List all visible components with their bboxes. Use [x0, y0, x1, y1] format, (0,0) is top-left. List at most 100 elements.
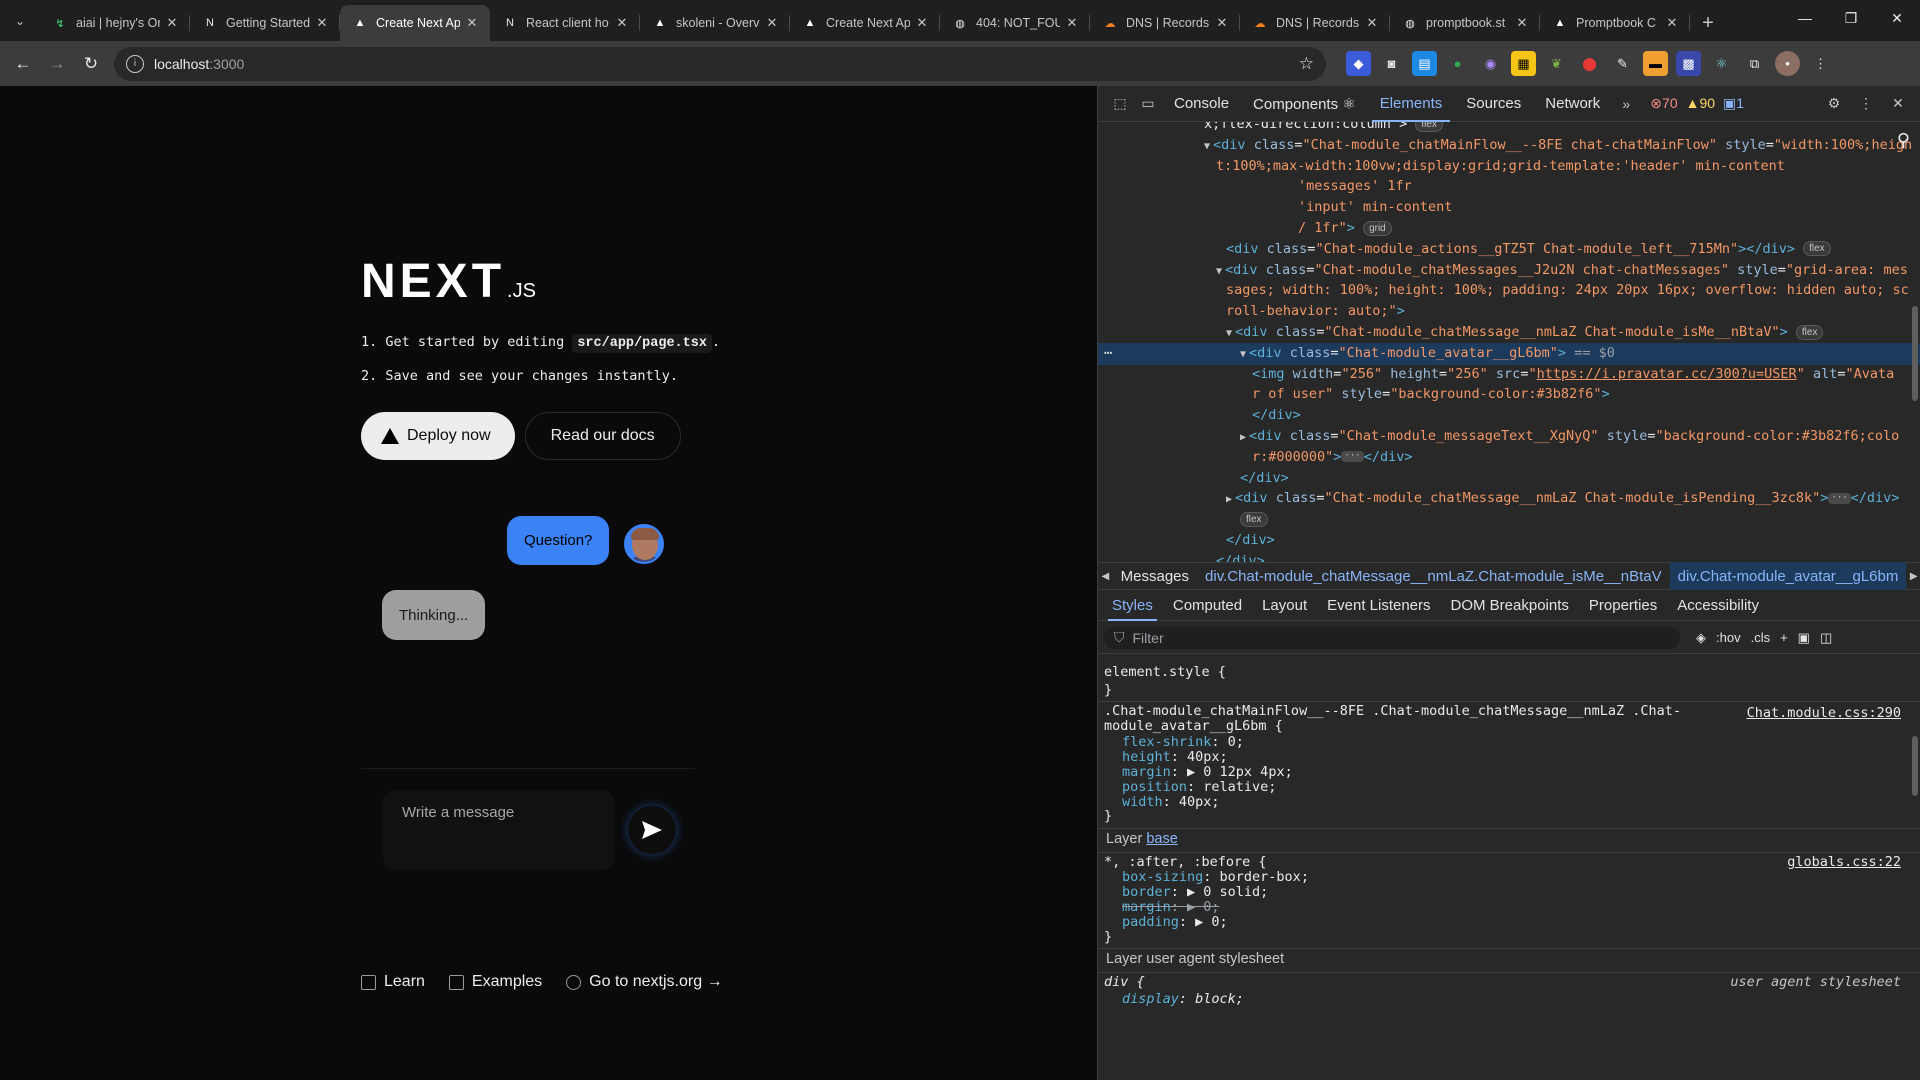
forward-button[interactable]: →	[40, 47, 74, 81]
styles-subtab[interactable]: Styles	[1102, 591, 1163, 621]
dom-node-line[interactable]: r of user" style="background-color:#3b82…	[1252, 384, 1610, 405]
styles-scrollbar[interactable]	[1912, 736, 1918, 796]
tab-search-chevron-icon[interactable]: ⌄	[0, 0, 40, 41]
styles-filter-input[interactable]: ⛉ Filter	[1104, 626, 1680, 649]
new-tab-button[interactable]: +	[1690, 5, 1726, 41]
styles-subtab[interactable]: Properties	[1579, 591, 1667, 621]
message-input[interactable]: Write a message	[383, 790, 615, 870]
keep-extension-icon[interactable]: ▦	[1511, 51, 1536, 76]
browser-tab[interactable]: ▲ skoleni - Overv ✕	[640, 5, 790, 41]
layers-icon[interactable]: ◈	[1696, 630, 1706, 646]
dom-node-line[interactable]: ▼ <div class="Chat-module_chatMessages__J…	[1216, 260, 1908, 283]
styles-subtab[interactable]: DOM Breakpoints	[1441, 591, 1579, 621]
avatar-rule-source-link[interactable]: Chat.module.css:290	[1747, 706, 1901, 721]
close-tab-icon[interactable]: ✕	[1064, 15, 1080, 31]
css-property[interactable]: border: ▶ 0 solid;	[1122, 885, 1268, 900]
paint-brush-icon[interactable]: ▣	[1798, 630, 1810, 646]
close-tab-icon[interactable]: ✕	[1214, 15, 1230, 31]
google-extension-icon[interactable]: ▤	[1412, 51, 1437, 76]
device-toolbar-icon[interactable]: ▭	[1134, 90, 1162, 118]
restore-icon[interactable]: ❐	[1828, 0, 1874, 36]
site-info-icon[interactable]: i	[126, 54, 144, 73]
inspect-element-icon[interactable]: ⬚	[1106, 90, 1134, 118]
settings-gear-icon[interactable]: ⚙	[1820, 90, 1848, 118]
close-tab-icon[interactable]: ✕	[314, 15, 330, 31]
browser-tab[interactable]: ▲ Promptbook C ✕	[1540, 5, 1690, 41]
new-rule-plus-icon[interactable]: +	[1780, 630, 1788, 645]
styles-subtab[interactable]: Event Listeners	[1317, 591, 1440, 621]
nextjs-org-link[interactable]: Go to nextjs.org →	[566, 973, 723, 991]
dom-node-line[interactable]: ▼ <div class="Chat-module_chatMessage__nm…	[1226, 322, 1824, 345]
dom-node-line[interactable]: 'input' min-content	[1298, 197, 1452, 218]
devtools-tab[interactable]: Network	[1533, 86, 1612, 122]
eyedropper-extension-icon[interactable]: ✎	[1610, 51, 1635, 76]
dom-node-line[interactable]: </div>	[1226, 530, 1275, 551]
dom-node-line[interactable]: </div>	[1252, 405, 1301, 426]
read-docs-button[interactable]: Read our docs	[524, 412, 681, 460]
dom-node-line[interactable]: 'messages' 1fr	[1298, 176, 1412, 197]
learn-link[interactable]: Learn	[361, 973, 425, 991]
close-tab-icon[interactable]: ✕	[1364, 15, 1380, 31]
issue-counters[interactable]: ⊗70 ▲90 ▣1	[1650, 95, 1744, 112]
profile-avatar-icon[interactable]: •	[1775, 51, 1800, 76]
breadcrumb-scroll-left-icon[interactable]: ◀	[1098, 571, 1113, 582]
back-button[interactable]: ←	[6, 47, 40, 81]
css-property[interactable]: padding: ▶ 0;	[1122, 915, 1228, 930]
close-tab-icon[interactable]: ✕	[764, 15, 780, 31]
address-bar[interactable]: i localhost:3000 ☆	[114, 46, 1326, 81]
cls-toggle[interactable]: .cls	[1751, 630, 1771, 645]
breadcrumb-item[interactable]: Messages	[1113, 562, 1197, 590]
extensions-puzzle-icon[interactable]: ⧉	[1742, 51, 1767, 76]
hov-toggle[interactable]: :hov	[1716, 630, 1741, 645]
close-window-icon[interactable]: ✕	[1874, 0, 1920, 36]
dom-node-line[interactable]: ▼ <div class="Chat-module_chatMainFlow__-…	[1204, 135, 1912, 158]
more-tabs-icon[interactable]: »	[1612, 90, 1640, 118]
breadcrumb-item[interactable]: div.Chat-module_avatar__gL6bm	[1669, 562, 1907, 590]
dom-node-line[interactable]: <img width="256" height="256" src="https…	[1252, 364, 1894, 385]
devtools-tab[interactable]: Sources	[1454, 86, 1533, 122]
close-tab-icon[interactable]: ✕	[1514, 15, 1530, 31]
element-style-selector[interactable]: element.style {	[1104, 665, 1226, 680]
browser-menu-icon[interactable]: ⋮	[1808, 51, 1833, 76]
devtools-menu-icon[interactable]: ⋮	[1852, 90, 1880, 118]
close-tab-icon[interactable]: ✕	[914, 15, 930, 31]
browser-tab[interactable]: ▲ Create Next Ap ✕	[790, 5, 940, 41]
layer-base-link[interactable]: base	[1146, 831, 1177, 847]
dom-node-line[interactable]: <div class="Chat-module_actions__gTZ5T C…	[1226, 239, 1831, 260]
grid-extension-icon[interactable]: ▩	[1676, 51, 1701, 76]
avatar-rule-selector-line1[interactable]: .Chat-module_chatMainFlow__--8FE .Chat-m…	[1104, 704, 1681, 719]
close-tab-icon[interactable]: ✕	[1664, 15, 1680, 31]
browser-tab[interactable]: ◍ promptbook.st ✕	[1390, 5, 1540, 41]
dom-node-line[interactable]: </div>	[1216, 551, 1265, 562]
leaf-extension-icon[interactable]: ❦	[1544, 51, 1569, 76]
css-property[interactable]: width: 40px;	[1122, 795, 1220, 810]
toggle-sidebar-icon[interactable]: ◫	[1820, 630, 1832, 646]
browser-tab[interactable]: ↯ aiai | hejny's Or ✕	[40, 5, 190, 41]
breadcrumb-scroll-right-icon[interactable]: ▶	[1906, 571, 1920, 582]
breadcrumb-item[interactable]: div.Chat-module_chatMessage__nmLaZ.Chat-…	[1197, 562, 1670, 590]
folder-extension-icon[interactable]: ▬	[1643, 51, 1668, 76]
record-extension-icon[interactable]: ⬤	[1577, 51, 1602, 76]
devtools-tab[interactable]: Console	[1162, 86, 1241, 122]
examples-link[interactable]: Examples	[448, 973, 542, 991]
dom-node-line[interactable]: x;flex-direction:column"> flex	[1204, 122, 1443, 135]
shield-extension-icon[interactable]: ◆	[1346, 51, 1371, 76]
css-property[interactable]: position: relative;	[1122, 780, 1276, 795]
dom-node-line[interactable]: flex	[1240, 509, 1268, 530]
dom-node-line[interactable]: t:100%;max-width:100vw;display:grid;grid…	[1216, 156, 1785, 177]
react-extension-icon[interactable]: ⚛	[1709, 51, 1734, 76]
url-text[interactable]: localhost:3000	[154, 56, 1299, 72]
dom-node-line[interactable]: / 1fr"> grid	[1298, 218, 1392, 239]
dom-node-line[interactable]: </div>	[1240, 468, 1289, 489]
browser-tab[interactable]: N React client ho ✕	[490, 5, 640, 41]
css-property[interactable]: box-sizing: border-box;	[1122, 870, 1309, 885]
browser-tab[interactable]: ☁ DNS | Records ✕	[1090, 5, 1240, 41]
circle-extension-icon[interactable]: ◉	[1478, 51, 1503, 76]
css-property[interactable]: height: 40px;	[1122, 750, 1228, 765]
global-rule-source-link[interactable]: globals.css:22	[1787, 855, 1901, 870]
browser-tab[interactable]: ☁ DNS | Records ✕	[1240, 5, 1390, 41]
dom-node-line[interactable]: r:#000000"> ··· </div>	[1252, 447, 1412, 468]
css-property[interactable]: flex-shrink: 0;	[1122, 735, 1244, 750]
browser-tab[interactable]: ▲ Create Next Ap ✕	[340, 5, 490, 41]
css-property[interactable]: margin: ▶ 0;	[1122, 900, 1220, 915]
